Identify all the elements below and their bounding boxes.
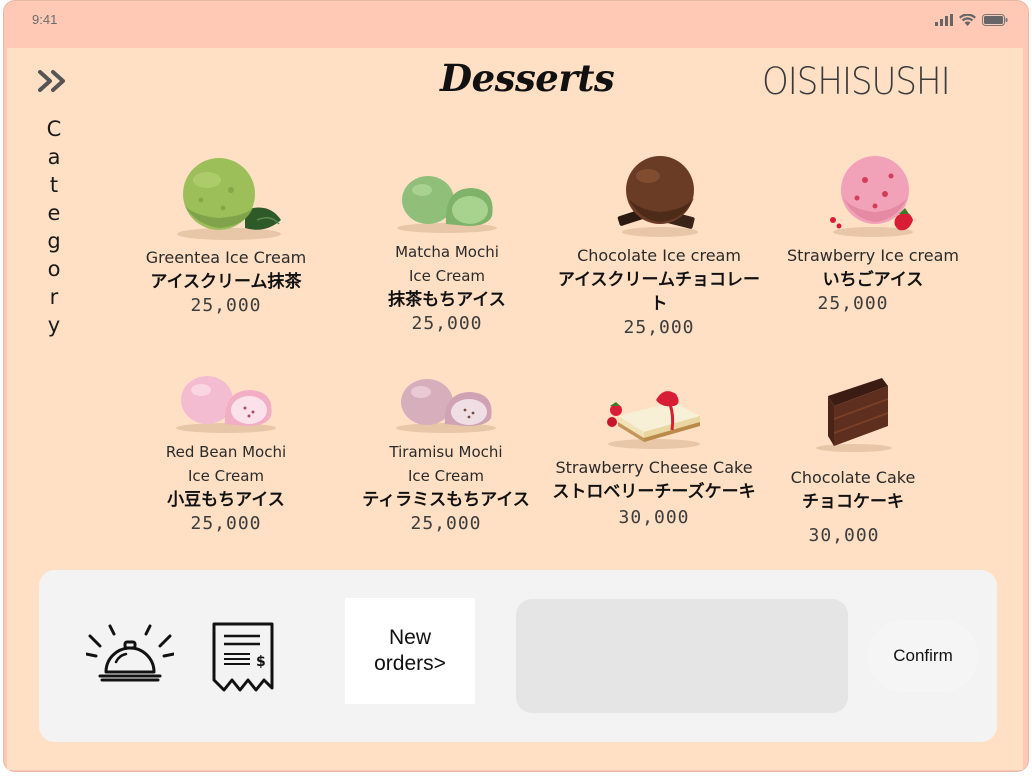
item-name-en: Matcha Mochi <box>395 243 499 261</box>
greentea-ice-cream-image <box>177 158 281 240</box>
item-name-jp: ティラミスもちアイス <box>362 490 530 510</box>
status-bar: 9:41 <box>4 1 1028 47</box>
menu-item-greentea-ice-cream[interactable]: Greentea Ice Cream アイスクリーム抹茶 25,000 <box>140 150 312 318</box>
item-name-en: Chocolate Ice cream <box>577 246 741 265</box>
brand-logo: OISHISUSHI <box>762 60 951 104</box>
confirm-button[interactable]: Confirm <box>868 620 978 692</box>
menu-item-tiramisu-mochi[interactable]: Tiramisu Mochi Ice Cream ティラミスもちアイス 25,0… <box>356 372 536 536</box>
item-price: 30,000 <box>618 507 690 528</box>
item-name-jp: 小豆もちアイス <box>167 490 285 510</box>
item-price: 25,000 <box>190 513 262 534</box>
service-bell-icon[interactable] <box>86 620 174 690</box>
item-name-jp: ストロベリーチーズケーキ <box>552 482 756 502</box>
item-name-jp: アイスクリームチョコレート <box>557 270 761 314</box>
tiramisu-mochi-image <box>396 379 496 433</box>
item-name-jp: アイスクリーム抹茶 <box>150 272 302 292</box>
item-price: 25,000 <box>410 513 482 534</box>
status-time: 9:41 <box>32 12 58 27</box>
order-summary-box <box>516 599 848 713</box>
menu-item-red-bean-mochi[interactable]: Red Bean Mochi Ice Cream 小豆もちアイス 25,000 <box>158 370 294 536</box>
item-name-en-2: Ice Cream <box>408 267 485 285</box>
item-name-en: Tiramisu Mochi <box>389 443 503 461</box>
battery-icon <box>982 14 1008 26</box>
item-name-en: Strawberry Cheese Cake <box>555 458 753 477</box>
new-orders-button[interactable]: New orders> <box>345 598 475 704</box>
matcha-mochi-image <box>397 176 497 233</box>
status-icons <box>935 14 1008 26</box>
item-price: 25,000 <box>411 313 483 334</box>
item-name-en: Greentea Ice Cream <box>145 248 307 267</box>
menu-item-matcha-mochi[interactable]: Matcha Mochi Ice Cream 抹茶もちアイス 25,000 <box>380 166 514 336</box>
menu-item-strawberry-cheese-cake[interactable]: Strawberry Cheese Cake ストロベリーチーズケーキ 30,0… <box>536 372 772 530</box>
chocolate-ice-cream-image <box>617 156 698 237</box>
item-price: 25,000 <box>623 317 695 338</box>
receipt-icon[interactable]: $ <box>210 622 276 698</box>
page-title: Desserts <box>440 56 615 100</box>
item-price: 25,000 <box>817 293 889 314</box>
item-name-en-2: Ice Cream <box>407 467 484 485</box>
chocolate-cake-image <box>816 378 892 452</box>
item-name-en: Strawberry Ice cream <box>786 246 960 265</box>
item-price: 25,000 <box>190 295 262 316</box>
signal-icon <box>935 14 953 26</box>
double-chevron-right-icon[interactable] <box>36 68 72 94</box>
item-name-en: Chocolate Cake <box>790 468 916 487</box>
strawberry-ice-cream-image <box>830 156 913 237</box>
strawberry-cheese-cake-image <box>607 391 700 449</box>
wifi-icon <box>959 14 976 26</box>
svg-text:$: $ <box>256 654 266 670</box>
item-name-jp: いちごアイス <box>822 270 924 290</box>
menu-item-strawberry-ice-cream[interactable]: Strawberry Ice cream いちごアイス 25,000 <box>782 150 964 316</box>
item-name-jp: 抹茶もちアイス <box>388 290 506 310</box>
item-price: 30,000 <box>808 525 880 546</box>
new-orders-label: New orders> <box>374 626 446 675</box>
red-bean-mochi-image <box>176 376 276 433</box>
item-name-en-2: Ice Cream <box>187 467 264 485</box>
item-name-jp: チョコケーキ <box>802 492 904 512</box>
menu-item-chocolate-ice-cream[interactable]: Chocolate Ice cream アイスクリームチョコレート 25,000 <box>550 150 768 340</box>
item-name-en: Red Bean Mochi <box>165 443 287 461</box>
category-label[interactable]: C a t e g o r y <box>44 115 64 339</box>
menu-item-chocolate-cake[interactable]: Chocolate Cake チョコケーキ 30,000 <box>782 372 924 548</box>
